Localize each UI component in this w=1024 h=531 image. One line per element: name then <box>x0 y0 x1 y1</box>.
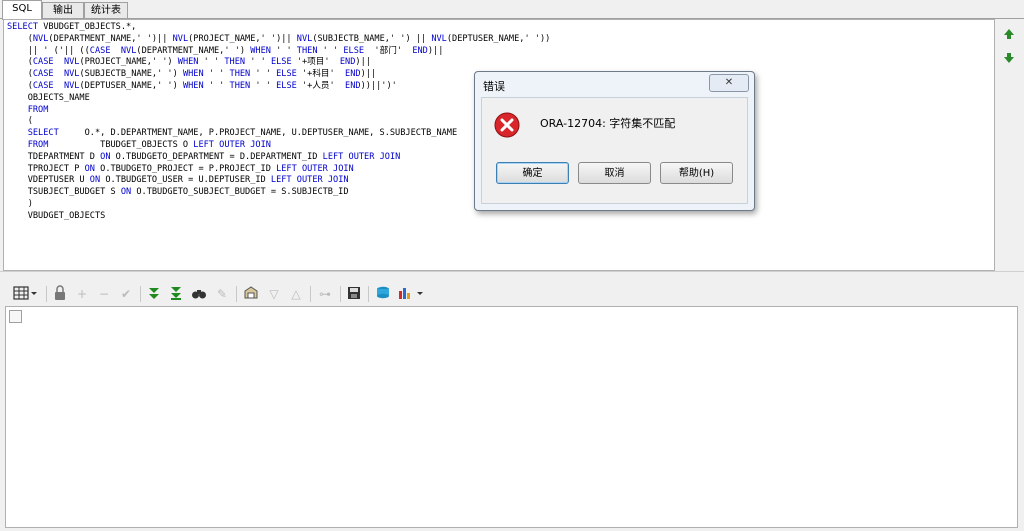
sql-line[interactable]: VBUDGET_OBJECTS <box>7 211 550 223</box>
sql-line[interactable]: TSUBJECT_BUDGET S ON O.TBUDGETO_SUBJECT_… <box>7 187 550 199</box>
sql-line[interactable]: (CASE NVL(SUBJECTB_NAME,' ') WHEN ' ' TH… <box>7 69 550 81</box>
tab-bar: SQL 输出 统计表 <box>0 0 1024 20</box>
editor-side-controls <box>996 19 1022 269</box>
save-icon[interactable] <box>346 285 362 303</box>
fetch-next-icon[interactable] <box>146 285 162 303</box>
link-icon[interactable]: ⊶ <box>316 285 334 303</box>
sort-down-icon[interactable]: ▽ <box>266 285 282 303</box>
query-icon[interactable] <box>242 285 260 303</box>
remove-icon[interactable]: − <box>96 285 112 303</box>
grid-corner-cell[interactable] <box>9 310 22 323</box>
dialog-close-button[interactable]: ✕ <box>709 74 749 92</box>
dialog-body: ORA-12704: 字符集不匹配 确定 取消 帮助(H) <box>481 97 748 204</box>
export-icon[interactable] <box>374 285 392 303</box>
sql-line[interactable]: TDEPARTMENT D ON O.TBUDGETO_DEPARTMENT =… <box>7 152 550 164</box>
check-icon[interactable]: ✔ <box>118 285 134 303</box>
add-icon[interactable]: + <box>74 285 90 303</box>
sql-line[interactable]: OBJECTS_NAME <box>7 93 550 105</box>
tab-sql[interactable]: SQL <box>2 0 42 20</box>
sql-line[interactable]: ( <box>7 116 550 128</box>
tab-output[interactable]: 输出 <box>42 2 84 18</box>
fetch-all-icon[interactable] <box>168 285 184 303</box>
sql-line[interactable]: || ' ('|| ((CASE NVL(DEPARTMENT_NAME,' '… <box>7 46 550 58</box>
sql-code[interactable]: SELECT VBUDGET_OBJECTS.*, (NVL(DEPARTMEN… <box>7 22 550 223</box>
sql-line[interactable]: TPROJECT P ON O.TBUDGETO_PROJECT = P.PRO… <box>7 164 550 176</box>
sql-line[interactable]: VDEPTUSER U ON O.TBUDGETO_USER = U.DEPTU… <box>7 175 550 187</box>
chart-icon[interactable] <box>396 285 426 303</box>
sql-line[interactable]: FROM TBUDGET_OBJECTS O LEFT OUTER JOIN <box>7 140 550 152</box>
dialog-title: 错误 <box>483 80 505 93</box>
find-icon[interactable] <box>190 285 208 303</box>
result-toolbar: + − ✔ ✎ ▽ △ ⊶ <box>4 283 1020 305</box>
sql-line[interactable]: (NVL(DEPARTMENT_NAME,' ')|| NVL(PROJECT_… <box>7 34 551 46</box>
arrow-up-icon[interactable] <box>1002 27 1016 41</box>
sql-line[interactable]: SELECT VBUDGET_OBJECTS.*, <box>7 22 550 34</box>
sql-line[interactable]: (CASE NVL(PROJECT_NAME,' ') WHEN ' ' THE… <box>7 57 550 69</box>
error-dialog: 错误 ✕ ORA-12704: 字符集不匹配 确定 取消 帮助(H) <box>474 71 755 211</box>
sql-line[interactable]: ) <box>7 199 550 211</box>
sql-line[interactable]: FROM <box>7 105 550 117</box>
grid-view-icon[interactable] <box>10 285 40 303</box>
splitter[interactable] <box>0 271 1024 280</box>
tab-statistics[interactable]: 统计表 <box>84 2 128 18</box>
ok-button[interactable]: 确定 <box>496 162 569 184</box>
sql-line[interactable]: (CASE NVL(DEPTUSER_NAME,' ') WHEN ' ' TH… <box>7 81 550 93</box>
help-button[interactable]: 帮助(H) <box>660 162 733 184</box>
arrow-down-icon[interactable] <box>1002 51 1016 65</box>
dialog-message: ORA-12704: 字符集不匹配 <box>540 117 676 130</box>
result-grid[interactable] <box>5 306 1018 528</box>
sql-line[interactable]: SELECT O.*, D.DEPARTMENT_NAME, P.PROJECT… <box>7 128 550 140</box>
lock-icon[interactable] <box>52 285 68 303</box>
sort-up-icon[interactable]: △ <box>288 285 304 303</box>
error-icon <box>494 112 520 138</box>
cancel-button[interactable]: 取消 <box>578 162 651 184</box>
clear-icon[interactable]: ✎ <box>214 285 230 303</box>
